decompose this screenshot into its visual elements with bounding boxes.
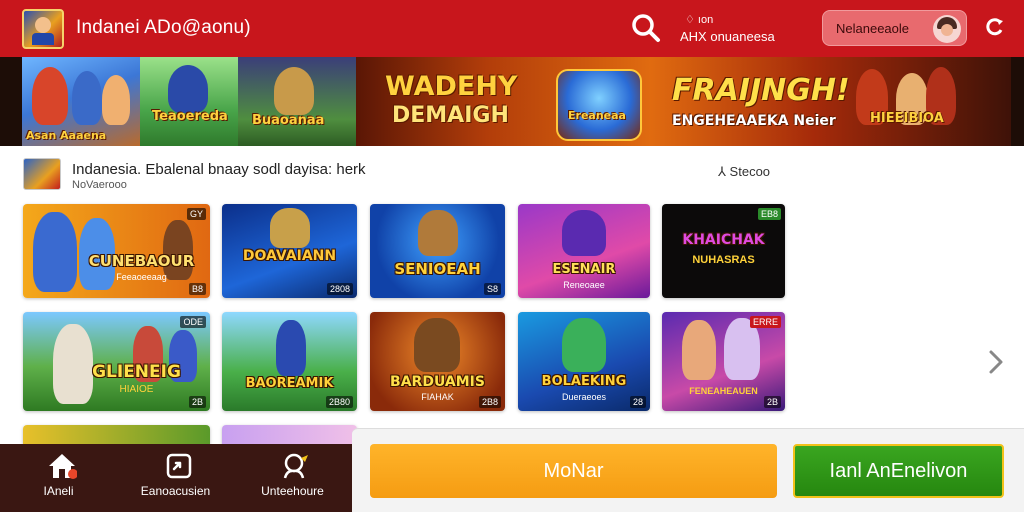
home-icon <box>49 454 77 479</box>
game-title: BOLAEKING <box>541 374 627 389</box>
nav-item-home[interactable]: IAneli <box>0 444 117 512</box>
game-badge: EB8 <box>757 208 781 220</box>
secondary-action-button[interactable]: Ianl AnEnelivon <box>793 444 1004 498</box>
game-tile[interactable]: BARDUAMIS FIAHAK 2B8 <box>370 312 505 411</box>
banner-promo-subtitle: ENGEHEAAEKA Neier <box>672 113 836 129</box>
language-indicator: ♢ ıon <box>685 14 714 26</box>
game-tile[interactable]: BAOREAMIK 2B80 <box>222 312 357 411</box>
nav-label: Eanoacusien <box>140 484 211 498</box>
game-subtitle: HIAIOE <box>119 384 154 395</box>
game-subtitle: Reneoaee <box>563 280 605 290</box>
primary-action-button[interactable]: MoNar <box>370 444 777 498</box>
promo-banner[interactable]: Asan Aaaena Teaoereda Buaoanaa WADEHY DE… <box>0 57 1024 146</box>
game-badge: ODE <box>180 316 206 328</box>
game-title: SENIOEAH <box>394 260 481 278</box>
banner-label: Asan Aaaena <box>26 129 107 142</box>
banner-label: Buaoanaa <box>252 113 325 128</box>
category-thumbnail <box>23 158 61 190</box>
user-name: Nelaneeaole <box>836 21 910 36</box>
category-title: Indanesia. Ebalenal bnaay sodl dayisa: h… <box>72 161 366 178</box>
avatar <box>933 15 961 43</box>
game-title: BAOREAMIK <box>245 376 334 391</box>
category-header: Indanesia. Ebalenal bnaay sodl dayisa: h… <box>0 146 1024 200</box>
banner-label: Ereaneaa <box>568 109 626 122</box>
next-page-button[interactable] <box>984 346 1008 378</box>
game-tile[interactable]: CUNEBAOUR Feeaoeeaag GY B8 <box>23 204 210 298</box>
game-code: 2B8 <box>478 396 501 408</box>
search-icon <box>632 14 660 42</box>
banner-subheadline: DEMAIGH <box>392 103 509 128</box>
nav-item-share[interactable]: Eanoacusien <box>117 444 234 512</box>
banner-panel-3[interactable]: Buaoanaa <box>238 57 356 146</box>
game-subtitle: FENEAHEAUEN <box>689 386 758 396</box>
banner-promo-title: FRAIJNGH! <box>672 73 850 108</box>
chevron-right-icon <box>989 350 1003 374</box>
game-tile[interactable]: DOAVAIANN 2808 <box>222 204 357 298</box>
nav-label: Unteehoure <box>261 484 324 498</box>
game-code: 28 <box>629 396 646 408</box>
game-code: 2808 <box>326 283 353 295</box>
banner-panel-2[interactable]: Teaoereda <box>140 57 238 146</box>
game-subtitle: NUHASRAS <box>692 254 755 266</box>
refresh-icon <box>986 18 1003 36</box>
search-button[interactable] <box>630 12 662 44</box>
game-title: GLIENEIG <box>92 362 181 382</box>
game-title: KHAICHAK <box>682 232 765 248</box>
game-code: S8 <box>483 283 501 295</box>
banner-label: HIEEIBIOA <box>870 111 944 126</box>
game-title: DOAVAIANN <box>242 248 337 264</box>
top-header: Indanei ADo@aonu) ♢ ıon AHX onuaneesa Ne… <box>0 0 1024 57</box>
banner-panel-1[interactable]: Asan Aaaena <box>22 57 140 146</box>
share-icon <box>166 453 192 479</box>
banner-game-badge[interactable]: Ereaneaa <box>556 69 642 141</box>
game-badge: GY <box>186 208 206 220</box>
game-tile[interactable]: GLIENEIG HIAIOE ODE 2B <box>23 312 210 411</box>
game-code: 2B <box>188 396 206 408</box>
category-subtitle: NoVaerooo <box>72 179 127 191</box>
game-code: 2B <box>763 396 781 408</box>
refresh-button[interactable] <box>984 16 1006 38</box>
chat-icon <box>283 453 308 479</box>
app-logo[interactable] <box>22 9 64 49</box>
nav-item-chat[interactable]: Unteehoure <box>234 444 351 512</box>
game-code: 2B80 <box>325 396 353 408</box>
language-label: AHX onuaneesa <box>680 29 775 44</box>
banner-headline: WADEHY <box>385 71 518 102</box>
app-title: Indanei ADo@aonu) <box>76 17 251 38</box>
game-tile[interactable]: KHAICHAK NUHASRAS EB8 <box>662 204 785 298</box>
language-selector[interactable]: ♢ ıon AHX onuaneesa <box>680 13 810 47</box>
game-title: ESENAIR <box>552 262 616 277</box>
game-badge: ERRE <box>749 316 781 328</box>
game-subtitle: Feeaoeeaag <box>116 272 167 282</box>
game-title: CUNEBAOUR <box>88 252 195 270</box>
game-tile[interactable]: ESENAIR Reneoaee <box>518 204 650 298</box>
game-title: BARDUAMIS <box>390 374 485 390</box>
game-tile[interactable]: FENEAHEAUEN ERRE 2B <box>662 312 785 411</box>
user-account-button[interactable]: Nelaneeaole <box>822 10 967 46</box>
bottom-navigation: IAneli Eanoacusien Unteehoure <box>0 444 352 512</box>
game-tile[interactable]: BOLAEKING Dueraeoes 28 <box>518 312 650 411</box>
banner-label: Teaoereda <box>152 109 228 124</box>
game-tile[interactable]: SENIOEAH S8 <box>370 204 505 298</box>
nav-label: IAneli <box>43 484 74 498</box>
game-code: B8 <box>188 283 206 295</box>
sort-control[interactable]: ⅄ Stecoo <box>718 164 770 180</box>
